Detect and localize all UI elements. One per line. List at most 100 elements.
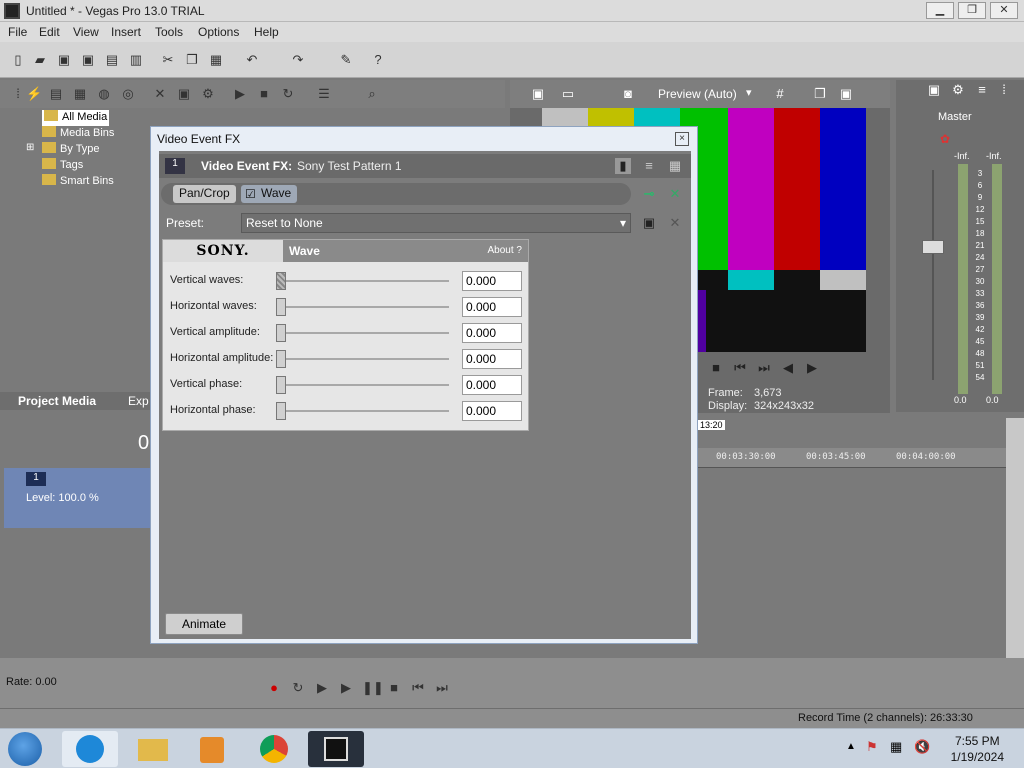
- tray-volume-icon[interactable]: 🔇: [914, 739, 930, 755]
- remove-icon[interactable]: ✕: [152, 86, 168, 102]
- close-button[interactable]: ✕: [990, 2, 1018, 19]
- media-generator-icon[interactable]: ⚡: [26, 86, 42, 102]
- chain-pan-crop[interactable]: Pan/Crop: [173, 185, 236, 203]
- record-icon[interactable]: ●: [266, 680, 282, 696]
- save-as-icon[interactable]: ▣: [80, 52, 96, 68]
- loop-icon[interactable]: ↻: [290, 680, 306, 696]
- param-value-input[interactable]: 0.000: [462, 375, 522, 395]
- web-icon[interactable]: ◍: [96, 86, 112, 102]
- param-value-input[interactable]: 0.000: [462, 297, 522, 317]
- master-fader[interactable]: [922, 240, 944, 254]
- master-meter-icon[interactable]: ⁞: [996, 82, 1012, 98]
- render-icon[interactable]: ▤: [104, 52, 120, 68]
- slider-thumb[interactable]: [276, 376, 286, 394]
- preview-quality-dropdown[interactable]: Preview (Auto): [658, 87, 737, 101]
- video-track-header[interactable]: 1 Level: 100.0 %: [4, 468, 152, 528]
- param-value-input[interactable]: 0.000: [462, 349, 522, 369]
- auto-preview-icon[interactable]: ↻: [280, 86, 296, 102]
- overlays-icon[interactable]: #: [772, 86, 788, 102]
- about-link[interactable]: About ?: [488, 245, 522, 256]
- redo-icon[interactable]: ↷: [290, 52, 306, 68]
- step-forward-icon[interactable]: ▶: [804, 360, 820, 376]
- time-ruler[interactable]: 00:03:30:00 00:03:45:00 00:04:00:00: [696, 448, 1006, 468]
- step-back-icon[interactable]: ◀: [780, 360, 796, 376]
- preset-dropdown[interactable]: Reset to None ▾: [241, 213, 631, 233]
- view-grid-icon[interactable]: ▦: [667, 158, 683, 174]
- view-list-icon[interactable]: ≡: [641, 158, 657, 174]
- chain-wave[interactable]: ☑ Wave: [241, 185, 298, 203]
- tree-item-all-media[interactable]: All Media: [42, 110, 110, 126]
- param-value-input[interactable]: 0.000: [462, 271, 522, 291]
- taskbar-explorer[interactable]: [124, 731, 180, 767]
- tray-flag-icon[interactable]: ⚑: [866, 739, 878, 755]
- copy-icon[interactable]: ❐: [184, 52, 200, 68]
- master-fx-icon[interactable]: ⚙: [950, 82, 966, 98]
- stop-preview-icon[interactable]: ■: [256, 86, 272, 102]
- tab-explorer[interactable]: Exp: [128, 394, 149, 408]
- edit-tool-icon[interactable]: ✎: [338, 52, 354, 68]
- play-preview-icon[interactable]: ▶: [232, 86, 248, 102]
- views-icon[interactable]: ☰: [316, 86, 332, 102]
- menu-edit[interactable]: Edit: [39, 25, 60, 39]
- play-icon[interactable]: ▶: [338, 680, 354, 696]
- view-single-icon[interactable]: ▮: [615, 158, 631, 174]
- checkbox-icon[interactable]: ☑: [245, 186, 256, 202]
- zoom-icon[interactable]: ⌕: [364, 86, 380, 102]
- next-frame-icon[interactable]: ⏭: [756, 360, 772, 376]
- properties-icon[interactable]: ▥: [128, 52, 144, 68]
- tree-item-smart-bins[interactable]: Smart Bins: [42, 174, 114, 190]
- param-value-input[interactable]: 0.000: [462, 323, 522, 343]
- capture-icon[interactable]: ▦: [72, 86, 88, 102]
- param-value-input[interactable]: 0.000: [462, 401, 522, 421]
- menu-options[interactable]: Options: [198, 25, 239, 39]
- menu-help[interactable]: Help: [254, 25, 279, 39]
- expand-icon[interactable]: ⊞: [26, 142, 34, 153]
- tree-item-media-bins[interactable]: Media Bins: [42, 126, 114, 142]
- properties-panel-icon[interactable]: ▣: [176, 86, 192, 102]
- save-preset-icon[interactable]: ▣: [641, 215, 657, 231]
- whats-this-icon[interactable]: ?: [370, 52, 386, 68]
- slider-thumb[interactable]: [276, 298, 286, 316]
- open-folder-icon[interactable]: ▰: [32, 52, 48, 68]
- import-media-icon[interactable]: ▤: [48, 86, 64, 102]
- slider-thumb[interactable]: [276, 350, 286, 368]
- vegas-app-icon[interactable]: [4, 3, 20, 19]
- tree-item-tags[interactable]: Tags: [42, 158, 83, 174]
- chevron-down-icon[interactable]: ▾: [746, 86, 752, 99]
- timeline-vertical-scrollbar[interactable]: [1006, 418, 1024, 658]
- master-mixer-icon[interactable]: ≡: [974, 82, 990, 98]
- slider-thumb[interactable]: [276, 402, 286, 420]
- go-end-icon[interactable]: ⏭: [434, 680, 450, 696]
- animate-button[interactable]: Animate: [165, 613, 244, 635]
- preview-properties-icon[interactable]: ▣: [530, 86, 546, 102]
- master-properties-icon[interactable]: ▣: [926, 82, 942, 98]
- new-file-icon[interactable]: ▯: [10, 52, 26, 68]
- taskbar-edge[interactable]: [62, 731, 118, 767]
- media-fx-icon[interactable]: ⚙: [200, 86, 216, 102]
- tray-network-icon[interactable]: ▦: [890, 739, 902, 755]
- dialog-close-icon[interactable]: ×: [675, 132, 689, 146]
- cut-icon[interactable]: ✂: [160, 52, 176, 68]
- taskbar-chrome[interactable]: [246, 731, 302, 767]
- minimize-button[interactable]: ▁: [926, 2, 954, 19]
- undo-icon[interactable]: ↶: [244, 52, 260, 68]
- pin-icon[interactable]: ⁞: [10, 86, 26, 102]
- prev-frame-icon[interactable]: ⏮: [732, 360, 748, 376]
- menu-file[interactable]: File: [8, 25, 27, 39]
- save-snapshot-icon[interactable]: ▣: [838, 86, 854, 102]
- taskbar-vegas[interactable]: [308, 731, 364, 767]
- start-button[interactable]: [8, 732, 42, 766]
- menu-view[interactable]: View: [73, 25, 99, 39]
- external-monitor-icon[interactable]: ▭: [560, 86, 576, 102]
- copy-snapshot-icon[interactable]: ❐: [812, 86, 828, 102]
- tray-expand-icon[interactable]: ▲: [846, 741, 856, 752]
- go-start-icon[interactable]: ⏮: [410, 680, 426, 696]
- paste-icon[interactable]: ▦: [208, 52, 224, 68]
- menu-insert[interactable]: Insert: [111, 25, 141, 39]
- tray-clock[interactable]: 7:55 PM 1/19/2024: [951, 733, 1004, 765]
- save-icon[interactable]: ▣: [56, 52, 72, 68]
- tree-item-by-type[interactable]: By Type: [42, 142, 100, 158]
- tab-project-media[interactable]: Project Media: [18, 394, 96, 408]
- stop-icon[interactable]: ■: [386, 680, 402, 696]
- master-fx-bypass-icon[interactable]: ✿: [940, 132, 950, 146]
